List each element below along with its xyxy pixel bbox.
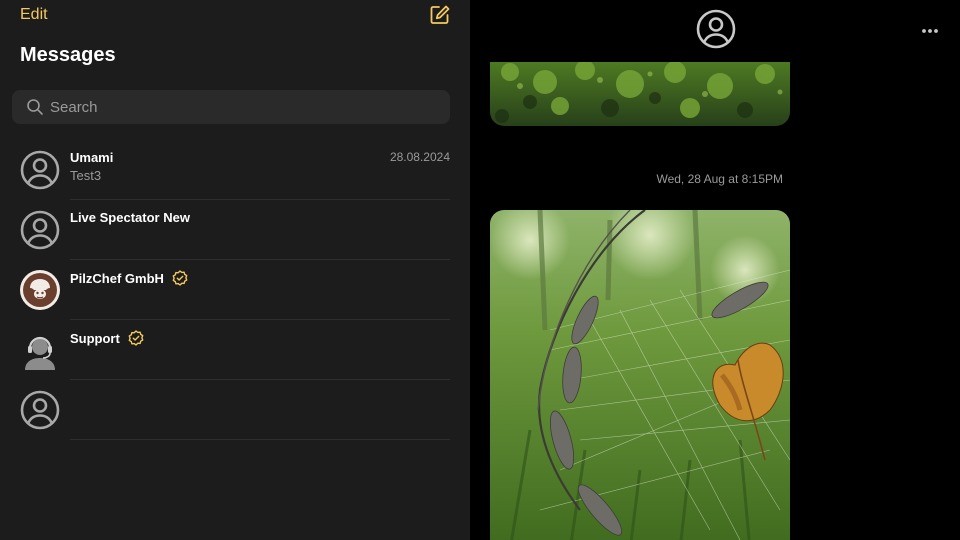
person-icon <box>20 210 60 250</box>
verified-badge-icon <box>128 330 144 346</box>
person-icon <box>20 390 60 430</box>
page-title: Messages <box>20 44 116 66</box>
conversation-name: Umami <box>70 150 114 165</box>
person-icon <box>20 150 60 190</box>
conversation-item[interactable] <box>0 380 470 440</box>
message-image-moss[interactable] <box>490 62 790 126</box>
conversation-name: PilzChef GmbH <box>70 270 188 286</box>
conversation-preview: Test3 <box>70 168 102 183</box>
conversation-sidebar: Edit Messages Umami Test3 28.08.2024 <box>0 0 470 540</box>
divider <box>70 439 450 440</box>
contact-avatar-icon[interactable] <box>696 9 736 49</box>
compose-icon[interactable] <box>429 4 451 26</box>
conversation-name: Support <box>70 330 144 346</box>
conversation-date: 28.08.2024 <box>389 150 450 164</box>
chat-panel: Wed, 28 Aug at 8:15PM <box>470 0 960 540</box>
message-image-grass[interactable] <box>490 210 790 540</box>
verified-badge-icon <box>172 270 188 286</box>
conversation-item[interactable]: Live Spectator New <box>0 200 470 260</box>
message-timestamp: Wed, 28 Aug at 8:15PM <box>656 172 783 186</box>
headset-agent-icon <box>20 330 60 370</box>
search-icon <box>26 98 44 116</box>
conversation-item[interactable]: Umami Test3 28.08.2024 <box>0 140 470 200</box>
edit-button[interactable]: Edit <box>20 6 48 24</box>
mushroom-chef-logo <box>20 270 60 310</box>
conversation-name: Live Spectator New <box>70 210 190 225</box>
conversation-list: Umami Test3 28.08.2024 Live Spectator Ne… <box>0 140 470 440</box>
more-options-icon[interactable] <box>920 20 940 40</box>
search-bar[interactable] <box>12 90 450 124</box>
search-input[interactable] <box>50 90 440 124</box>
conversation-item[interactable]: PilzChef GmbH <box>0 260 470 320</box>
conversation-item[interactable]: Support <box>0 320 470 380</box>
